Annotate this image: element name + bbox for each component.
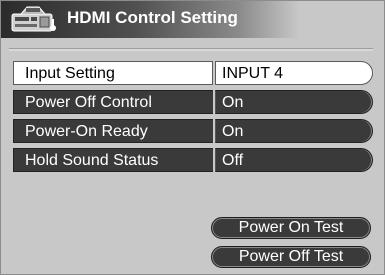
setting-row-hold-sound-status[interactable]: Hold Sound Status Off [13,148,373,172]
setting-label: Hold Sound Status [13,148,213,172]
power-off-test-button[interactable]: Power Off Test [211,246,371,268]
page-title: HDMI Control Setting [67,8,238,27]
setting-value[interactable]: Off [215,148,373,172]
setting-label: Input Setting [13,61,213,85]
setting-row-power-off-control[interactable]: Power Off Control On [13,90,373,114]
power-on-test-button[interactable]: Power On Test [211,217,371,239]
hdmi-device-icon [11,6,56,32]
setting-label: Power-On Ready [13,119,213,143]
setting-value[interactable]: On [215,90,373,114]
hdmi-control-screen: HDMI Control Setting Input Setting INPUT… [0,0,385,275]
setting-row-input-setting[interactable]: Input Setting INPUT 4 [13,61,373,85]
title-divider [9,48,373,51]
setting-value[interactable]: INPUT 4 [215,61,373,85]
setting-value[interactable]: On [215,119,373,143]
setting-row-power-on-ready[interactable]: Power-On Ready On [13,119,373,143]
title-bar: HDMI Control Setting [1,1,384,38]
setting-label: Power Off Control [13,90,213,114]
